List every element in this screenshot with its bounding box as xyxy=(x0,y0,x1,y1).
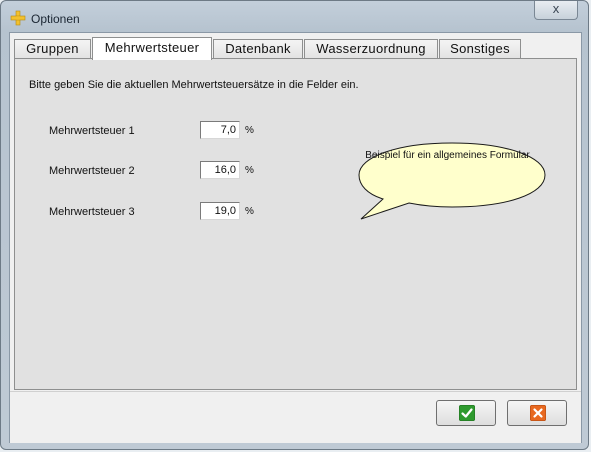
window-title: Optionen xyxy=(31,12,80,26)
dialog-client-area: Gruppen Mehrwertsteuer Datenbank Wasserz… xyxy=(9,32,582,443)
cancel-x-icon xyxy=(530,405,546,421)
row-label-mwst-1: Mehrwertsteuer 1 xyxy=(49,125,135,137)
row-label-mwst-3: Mehrwertsteuer 3 xyxy=(49,206,135,218)
ok-button[interactable] xyxy=(436,400,496,426)
tab-panel-mehrwertsteuer: Bitte geben Sie die aktuellen Mehrwertst… xyxy=(14,58,577,390)
tab-sonstiges[interactable]: Sonstiges xyxy=(439,39,521,58)
tab-mehrwertsteuer[interactable]: Mehrwertsteuer xyxy=(92,37,212,60)
close-button[interactable]: x xyxy=(534,1,578,20)
mwst-1-input[interactable]: 7,0 xyxy=(200,121,240,139)
options-window: Optionen x Gruppen Mehrwertsteuer Datenb… xyxy=(0,0,589,450)
mwst-3-input[interactable]: 19,0 xyxy=(200,202,240,220)
close-icon: x xyxy=(552,1,560,16)
tab-wasserzuordnung[interactable]: Wasserzuordnung xyxy=(304,39,438,58)
title-bar[interactable]: Optionen x xyxy=(1,1,588,35)
instruction-text: Bitte geben Sie die aktuellen Mehrwertst… xyxy=(29,79,359,91)
unit-label: % xyxy=(245,206,254,217)
row-label-mwst-2: Mehrwertsteuer 2 xyxy=(49,165,135,177)
app-plus-icon xyxy=(10,10,26,26)
unit-label: % xyxy=(245,165,254,176)
mwst-2-input[interactable]: 16,0 xyxy=(200,161,240,179)
tab-gruppen[interactable]: Gruppen xyxy=(14,39,91,58)
check-icon xyxy=(459,405,475,421)
button-bar xyxy=(10,391,581,443)
unit-label: % xyxy=(245,125,254,136)
cancel-button[interactable] xyxy=(507,400,567,426)
callout-text: Beispiel für ein allgemeines Formular xyxy=(365,150,530,161)
tab-datenbank[interactable]: Datenbank xyxy=(213,39,303,58)
